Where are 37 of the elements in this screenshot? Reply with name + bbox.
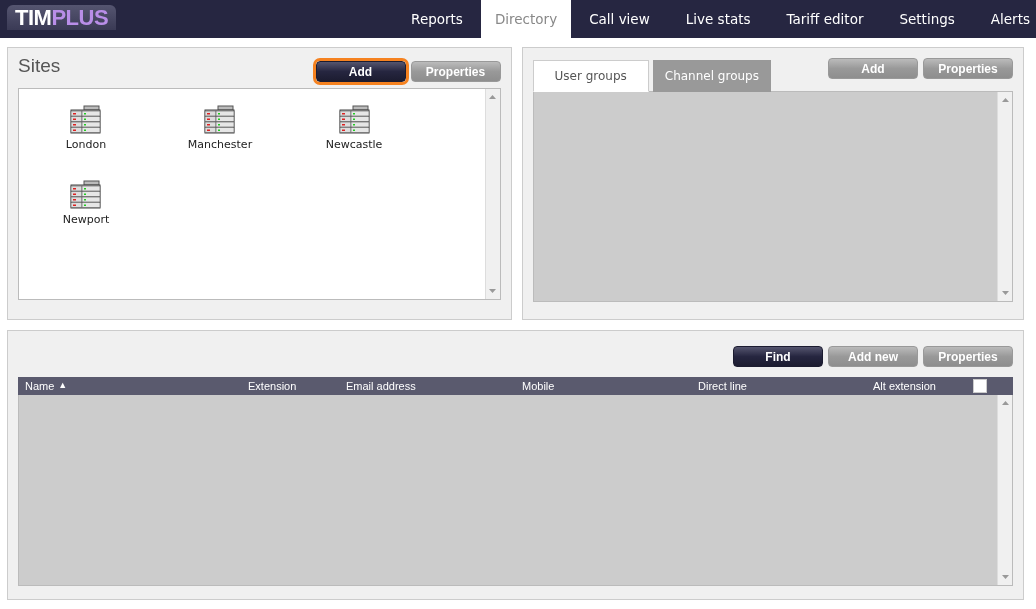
scroll-down-icon[interactable] [1001,575,1009,579]
nav-tab[interactable]: Call view [571,0,668,38]
column-header[interactable]: Name [25,380,55,392]
scroll-down-icon[interactable] [1001,291,1009,295]
scrollbar[interactable] [997,92,1012,301]
column-header[interactable]: Mobile [522,380,555,392]
scroll-up-icon[interactable] [489,95,496,99]
site-item[interactable]: Manchester [187,105,253,151]
nav-tab[interactable]: Live stats [667,0,769,38]
nav-tab[interactable]: Reports [393,0,481,38]
server-icon [70,180,102,209]
primary-button[interactable]: Add [315,61,406,82]
scrollbar[interactable] [484,89,500,299]
site-item[interactable]: London [65,105,107,151]
nav-tab[interactable]: Directory [480,0,572,38]
nav-tab[interactable]: Alerts [972,0,1036,38]
logo[interactable]: TIMPLUS [7,5,117,30]
column-header[interactable]: Extension [248,380,297,392]
select-all-checkbox[interactable] [973,379,987,393]
column-header[interactable]: Alt extension [873,380,936,392]
column-header[interactable]: Direct line [698,380,747,392]
column-header[interactable]: Email address [346,380,416,392]
scroll-up-icon[interactable] [1001,401,1009,405]
panel-title: Sites [18,55,61,77]
site-item[interactable]: Newport [62,180,110,226]
nav-tab[interactable]: Settings [881,0,973,38]
nav-tab[interactable]: Tariff editor [768,0,882,38]
site-item[interactable]: Newcastle [325,105,383,151]
server-icon [204,105,236,134]
scroll-up-icon[interactable] [1001,98,1009,102]
scroll-down-icon[interactable] [489,289,496,293]
group-tab[interactable]: User groups [532,60,649,92]
server-icon [70,105,102,134]
sort-icon[interactable]: ▲ [58,380,68,392]
primary-button[interactable]: Find [733,346,823,367]
server-icon [338,105,370,134]
scrollbar[interactable] [997,395,1012,585]
